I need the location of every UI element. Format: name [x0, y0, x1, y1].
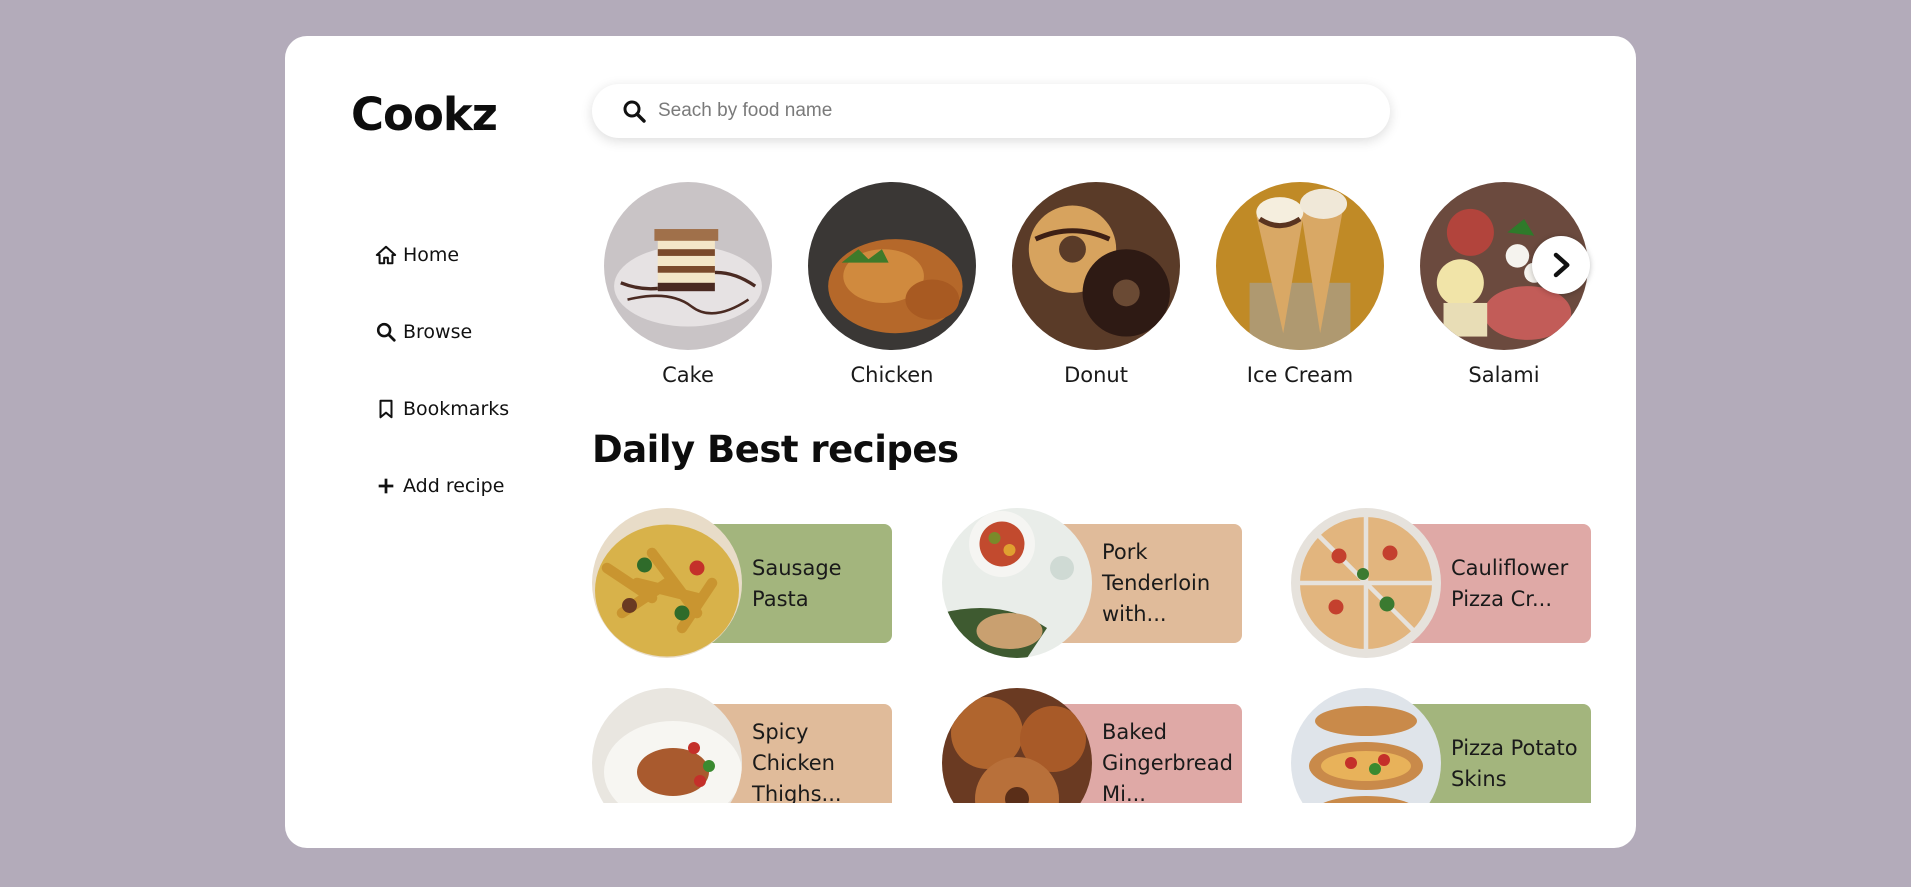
recipe-image	[942, 508, 1092, 658]
category-label: Chicken	[850, 363, 934, 387]
category-donut[interactable]: Donut	[1012, 182, 1180, 387]
sidebar-item-add-recipe[interactable]: Add recipe	[375, 472, 509, 500]
category-carousel: Cake Chicken Donut Ice Cream Salami	[604, 182, 1588, 387]
sidebar-item-bookmarks[interactable]: Bookmarks	[375, 395, 509, 423]
recipe-image	[1291, 508, 1441, 658]
category-image	[1216, 182, 1384, 350]
category-chicken[interactable]: Chicken	[808, 182, 976, 387]
sidebar-item-label: Add recipe	[403, 475, 505, 497]
recipe-name: Cauliflower Pizza Cr...	[1451, 555, 1569, 611]
recipe-card[interactable]: Pizza Potato Skins	[1291, 688, 1591, 803]
sidebar-item-home[interactable]: Home	[375, 241, 509, 269]
plus-icon	[378, 478, 394, 494]
category-label: Salami	[1468, 363, 1540, 387]
search-icon	[376, 322, 396, 342]
search-bar[interactable]	[592, 84, 1390, 138]
sidebar-item-browse[interactable]: Browse	[375, 318, 509, 346]
carousel-next-button[interactable]	[1532, 236, 1590, 294]
sidebar-item-label: Browse	[403, 321, 473, 343]
section-title: Daily Best recipes	[592, 428, 959, 471]
sidebar-item-label: Bookmarks	[403, 398, 510, 420]
search-input[interactable]	[658, 100, 1338, 122]
app-logo[interactable]: Cookz	[351, 88, 498, 141]
search-icon	[623, 100, 646, 123]
recipe-image	[592, 508, 742, 658]
sidebar-item-label: Home	[403, 244, 460, 266]
home-icon	[375, 245, 397, 265]
recipe-name: Pork Tenderloin with...	[1102, 540, 1211, 626]
category-label: Donut	[1064, 363, 1128, 387]
category-cake[interactable]: Cake	[604, 182, 772, 387]
recipe-card[interactable]: Spicy Chicken Thighs...	[592, 688, 892, 803]
category-ice-cream[interactable]: Ice Cream	[1216, 182, 1384, 387]
category-label: Ice Cream	[1246, 363, 1354, 387]
chevron-right-icon	[1553, 252, 1570, 278]
recipe-name: Pizza Potato Skins	[1451, 735, 1578, 791]
recipe-card[interactable]: Baked Gingerbread Mi...	[942, 688, 1242, 803]
recipe-name: Baked Gingerbread Mi...	[1102, 720, 1233, 803]
category-image	[808, 182, 976, 350]
sidebar-nav: Home Browse Bookmarks Add recipe	[375, 241, 509, 549]
recipe-card[interactable]: Pork Tenderloin with...	[942, 508, 1242, 658]
category-image	[604, 182, 772, 350]
recipe-card[interactable]: Cauliflower Pizza Cr...	[1291, 508, 1591, 658]
recipe-grid: Sausage Pasta Pork Tenderloin with... Ca…	[592, 508, 1592, 803]
recipe-name: Spicy Chicken Thighs...	[752, 720, 842, 803]
bookmark-icon	[379, 399, 393, 419]
category-label: Cake	[662, 363, 714, 387]
app-window: Cookz Home Browse Bookmarks Add recipe C…	[285, 36, 1636, 848]
category-image	[1012, 182, 1180, 350]
recipe-card[interactable]: Sausage Pasta	[592, 508, 892, 658]
recipe-name: Sausage Pasta	[752, 555, 842, 611]
